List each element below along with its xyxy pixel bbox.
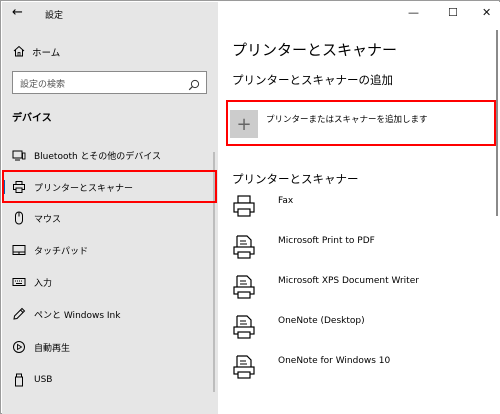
sidebar-item-label: USB bbox=[34, 375, 53, 385]
sidebar-item-touchpad[interactable]: タッチパッド bbox=[2, 235, 214, 265]
maximize-button[interactable]: ☐ bbox=[448, 6, 458, 19]
settings-window: ← 設定 ホーム 設定の検索 デバイス Bluetooth とその他のデバイス bbox=[0, 0, 500, 414]
pen-icon bbox=[12, 307, 26, 321]
sidebar-item-label: ペンと Windows Ink bbox=[34, 310, 121, 321]
window-title: 設定 bbox=[45, 11, 64, 21]
list-item[interactable]: Microsoft Print to PDF bbox=[232, 234, 492, 264]
printer-name: OneNote for Windows 10 bbox=[278, 356, 391, 366]
sidebar-item-usb[interactable]: USB bbox=[2, 365, 214, 395]
search-input[interactable]: 設定の検索 bbox=[12, 71, 207, 94]
home-label: ホーム bbox=[32, 48, 61, 59]
sidebar-item-label: Bluetooth とその他のデバイス bbox=[34, 151, 162, 162]
sidebar-item-mouse[interactable]: マウス bbox=[2, 203, 214, 233]
usb-icon bbox=[12, 373, 26, 387]
list-item[interactable]: Fax bbox=[232, 194, 492, 224]
sidebar-item-pen-windows-ink[interactable]: ペンと Windows Ink bbox=[2, 299, 214, 329]
back-arrow-icon[interactable]: ← bbox=[12, 5, 23, 20]
title-bar: ← 設定 bbox=[2, 2, 218, 26]
page-title: プリンターとスキャナー bbox=[232, 41, 398, 59]
sidebar-item-label: タッチパッド bbox=[34, 246, 89, 257]
sidebar-item-typing[interactable]: 入力 bbox=[2, 267, 214, 297]
printer-name: Microsoft Print to PDF bbox=[278, 236, 375, 246]
printer-name: Microsoft XPS Document Writer bbox=[278, 276, 419, 286]
sidebar-item-autoplay[interactable]: 自動再生 bbox=[2, 332, 214, 362]
main-content: — ☐ ✕ プリンターとスキャナー プリンターとスキャナーの追加 + プリンター… bbox=[218, 2, 500, 414]
section-title-devices: デバイス bbox=[12, 113, 52, 124]
sidebar-item-label: 入力 bbox=[34, 278, 53, 289]
keyboard-icon bbox=[12, 275, 26, 289]
main-scrollbar[interactable] bbox=[496, 30, 498, 216]
touchpad-icon bbox=[12, 243, 26, 257]
printer-document-icon bbox=[232, 274, 256, 300]
close-button[interactable]: ✕ bbox=[482, 6, 491, 19]
printer-name: Fax bbox=[278, 196, 294, 206]
list-item[interactable]: Microsoft XPS Document Writer bbox=[232, 274, 492, 304]
sidebar-item-home[interactable]: ホーム bbox=[12, 42, 212, 62]
sidebar-item-label: 自動再生 bbox=[34, 343, 71, 354]
list-item[interactable]: OneNote for Windows 10 bbox=[232, 354, 492, 384]
sidebar: ← 設定 ホーム 設定の検索 デバイス Bluetooth とその他のデバイス bbox=[2, 2, 218, 414]
minimize-button[interactable]: — bbox=[408, 6, 419, 19]
bluetooth-devices-icon bbox=[12, 148, 26, 162]
sidebar-item-bluetooth[interactable]: Bluetooth とその他のデバイス bbox=[2, 140, 214, 170]
highlight-box bbox=[226, 100, 496, 146]
autoplay-icon bbox=[12, 340, 26, 354]
list-item[interactable]: OneNote (Desktop) bbox=[232, 314, 492, 344]
home-icon bbox=[12, 45, 26, 60]
printer-name: OneNote (Desktop) bbox=[278, 316, 365, 326]
search-placeholder: 設定の検索 bbox=[20, 80, 66, 90]
highlight-box bbox=[2, 170, 217, 203]
mouse-icon bbox=[12, 211, 26, 225]
printer-document-icon bbox=[232, 234, 256, 260]
printers-section-title: プリンターとスキャナー bbox=[232, 172, 359, 186]
printer-document-icon bbox=[232, 314, 256, 340]
printer-document-icon bbox=[232, 354, 256, 380]
sidebar-item-label: マウス bbox=[34, 214, 62, 225]
add-section-title: プリンターとスキャナーの追加 bbox=[232, 73, 393, 87]
fax-printer-icon bbox=[232, 194, 256, 220]
search-icon[interactable] bbox=[188, 76, 200, 91]
